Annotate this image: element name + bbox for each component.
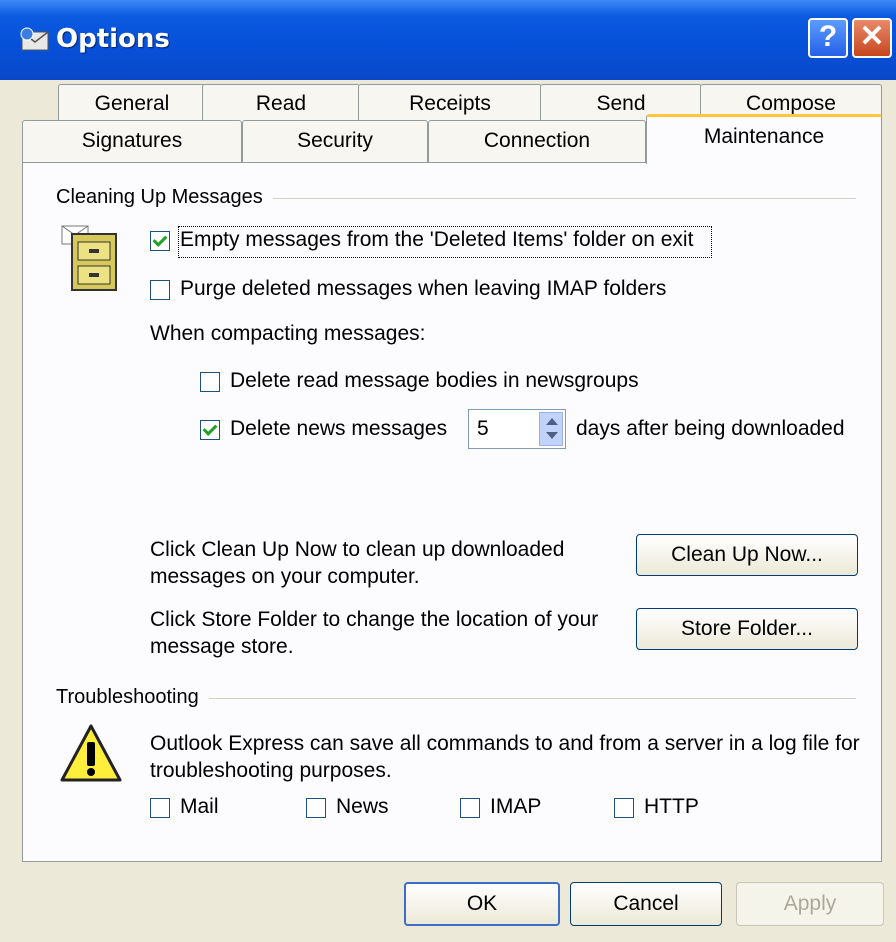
tab-general[interactable]: General [58,84,206,122]
tab-read[interactable]: Read [202,84,360,122]
mail-log-label[interactable]: Mail [180,795,219,819]
options-dialog: Options ? ✕ General Read Receipts Send C… [0,0,896,942]
mail-log-checkbox[interactable] [150,798,170,818]
tab-connection[interactable]: Connection [428,120,646,162]
empty-deleted-checkbox[interactable] [150,231,170,251]
days-suffix-label: days after being downloaded [576,417,845,440]
news-log-label[interactable]: News [336,795,389,819]
imap-log-label[interactable]: IMAP [490,795,541,819]
help-button[interactable]: ? [808,18,848,58]
outlook-express-icon [20,27,49,51]
tab-receipts[interactable]: Receipts [358,84,542,122]
troubleshooting-group-label: Troubleshooting [56,686,209,709]
spin-down-icon[interactable] [546,432,558,439]
http-log-label[interactable]: HTTP [644,795,699,819]
days-value[interactable]: 5 [477,417,489,441]
warning-icon [60,724,122,782]
window-title: Options [56,24,170,54]
delete-news-label[interactable]: Delete news messages [230,417,447,441]
ok-button[interactable]: OK [404,882,560,926]
close-button[interactable]: ✕ [852,18,892,58]
cancel-button[interactable]: Cancel [570,882,722,926]
purge-imap-checkbox[interactable] [150,280,170,300]
delete-news-checkbox[interactable] [200,420,220,440]
news-log-checkbox[interactable] [306,798,326,818]
store-folder-button[interactable]: Store Folder... [636,608,858,650]
http-log-checkbox[interactable] [614,798,634,818]
store-description: Click Store Folder to change the locatio… [150,608,599,658]
cleaning-group-label: Cleaning Up Messages [56,186,273,209]
cleanup-description: Click Clean Up Now to clean up downloade… [150,538,565,588]
compacting-label: When compacting messages: [150,322,426,345]
delete-bodies-checkbox[interactable] [200,372,220,392]
spinner-buttons[interactable] [539,412,563,446]
tab-security[interactable]: Security [242,120,428,162]
days-spinner[interactable]: 5 [468,409,566,449]
apply-button[interactable]: Apply [736,882,884,926]
delete-bodies-label[interactable]: Delete read message bodies in newsgroups [230,369,639,393]
filing-cabinet-icon [61,225,117,291]
imap-log-checkbox[interactable] [460,798,480,818]
clean-up-now-button[interactable]: Clean Up Now... [636,534,858,576]
tab-signatures[interactable]: Signatures [22,120,242,162]
purge-imap-label[interactable]: Purge deleted messages when leaving IMAP… [180,277,666,301]
spin-up-icon[interactable] [546,418,558,425]
troubleshooting-description: Outlook Express can save all commands to… [150,732,860,782]
title-bar[interactable]: Options ? ✕ [0,0,896,80]
focus-indicator [178,226,712,258]
tab-maintenance[interactable]: Maintenance [646,114,882,164]
